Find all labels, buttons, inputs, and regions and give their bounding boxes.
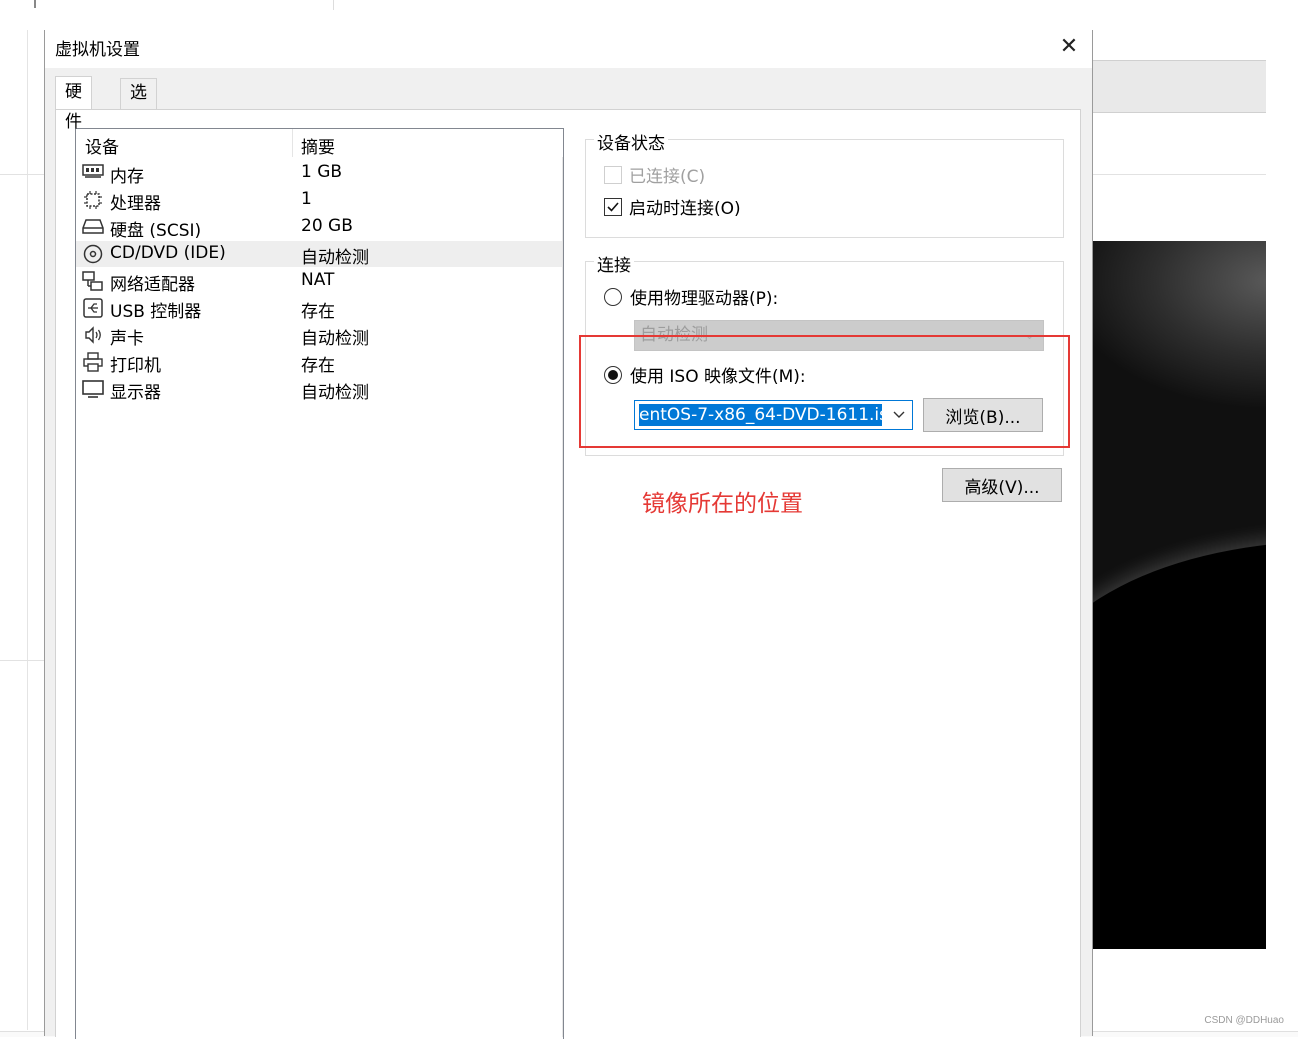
background-divider: [1092, 174, 1266, 175]
background-tick: [34, 0, 36, 8]
vm-settings-dialog: 虚拟机设置 ✕ 硬件 选项 设备 摘要 内存 1 GB: [44, 30, 1093, 1039]
connection-title: 连接: [594, 251, 634, 276]
device-status-title: 设备状态: [594, 129, 668, 154]
dialog-titlebar: 虚拟机设置 ✕: [45, 30, 1092, 68]
display-icon: [82, 379, 104, 399]
device-row-cd-dvd[interactable]: CD/DVD (IDE) 自动检测: [76, 241, 563, 268]
connect-at-power-on-checkbox[interactable]: 启动时连接(O): [604, 194, 741, 219]
device-name: 处理器: [110, 194, 161, 214]
device-summary: 20 GB: [301, 216, 353, 236]
background-faint-text: [360, 0, 470, 8]
device-row-display[interactable]: 显示器 自动检测: [76, 376, 563, 403]
background-divider: [0, 174, 44, 175]
device-summary: 自动检测: [301, 383, 369, 403]
dialog-title: 虚拟机设置: [55, 40, 140, 60]
annotation-text: 镜像所在的位置: [642, 491, 803, 517]
physical-drive-radio[interactable]: 使用物理驱动器(P):: [604, 284, 778, 309]
device-status-group: 设备状态 已连接(C) 启动时连接(O): [585, 129, 1064, 238]
device-name: USB 控制器: [110, 302, 202, 322]
background-separator: [333, 0, 334, 10]
device-name: 打印机: [110, 356, 161, 376]
device-summary: 存在: [301, 302, 335, 322]
device-summary: 1: [301, 189, 312, 209]
processor-icon: [82, 190, 104, 210]
device-name: CD/DVD (IDE): [110, 243, 226, 263]
background-divider: [0, 660, 44, 661]
tab-options[interactable]: 选项: [120, 78, 157, 131]
usb-icon: [82, 298, 104, 318]
device-summary: 自动检测: [301, 329, 369, 349]
device-row-sound-card[interactable]: 声卡 自动检测: [76, 322, 563, 349]
cd-dvd-icon: [82, 244, 104, 264]
connect-at-power-on-label: 启动时连接(O): [629, 199, 741, 219]
physical-drive-label: 使用物理驱动器(P):: [630, 289, 779, 309]
advanced-button[interactable]: 高级(V)...: [942, 468, 1062, 502]
background-toolbar: [1092, 60, 1266, 113]
connected-label: 已连接(C): [629, 167, 706, 187]
device-name: 显示器: [110, 383, 161, 403]
device-summary: 存在: [301, 356, 335, 376]
device-name: 网络适配器: [110, 275, 195, 295]
hard-disk-icon: [82, 217, 104, 237]
close-icon: ✕: [1059, 33, 1079, 59]
device-summary: 1 GB: [301, 162, 343, 182]
column-header-summary[interactable]: 摘要: [301, 133, 335, 158]
device-row-usb-controller[interactable]: USB 控制器 存在: [76, 295, 563, 322]
device-summary: NAT: [301, 270, 335, 290]
checkmark-icon: [604, 197, 622, 216]
sound-icon: [82, 325, 104, 345]
device-name: 内存: [110, 167, 144, 187]
device-row-network-adapter[interactable]: 网络适配器 NAT: [76, 268, 563, 295]
tab-hardware[interactable]: 硬件: [55, 76, 92, 132]
device-list-header: 设备 摘要: [76, 129, 563, 158]
device-name: 声卡: [110, 329, 144, 349]
connected-checkbox-box: [604, 165, 622, 184]
background-app-top: [0, 0, 1298, 30]
hardware-panel: 设备 摘要 内存 1 GB 处理器 1 硬盘 (SCSI) 20 GB CD/D…: [55, 109, 1081, 1039]
vm-console-screen: [1092, 241, 1266, 949]
device-name: 硬盘 (SCSI): [110, 221, 202, 241]
network-adapter-icon: [82, 271, 104, 291]
device-list[interactable]: 设备 摘要 内存 1 GB 处理器 1 硬盘 (SCSI) 20 GB CD/D…: [75, 128, 564, 1039]
printer-icon: [82, 352, 104, 372]
annotation-highlight-box: [579, 335, 1070, 448]
device-row-processor[interactable]: 处理器 1: [76, 187, 563, 214]
close-button[interactable]: ✕: [1046, 30, 1092, 62]
radio-off-icon: [604, 287, 622, 306]
memory-icon: [82, 163, 104, 183]
watermark: CSDN @DDHuao: [1204, 1015, 1284, 1026]
device-summary: 自动检测: [301, 248, 369, 268]
device-row-printer[interactable]: 打印机 存在: [76, 349, 563, 376]
device-row-hard-disk[interactable]: 硬盘 (SCSI) 20 GB: [76, 214, 563, 241]
connected-checkbox: 已连接(C): [604, 162, 705, 187]
column-header-device[interactable]: 设备: [85, 133, 119, 158]
device-row-memory[interactable]: 内存 1 GB: [76, 160, 563, 187]
